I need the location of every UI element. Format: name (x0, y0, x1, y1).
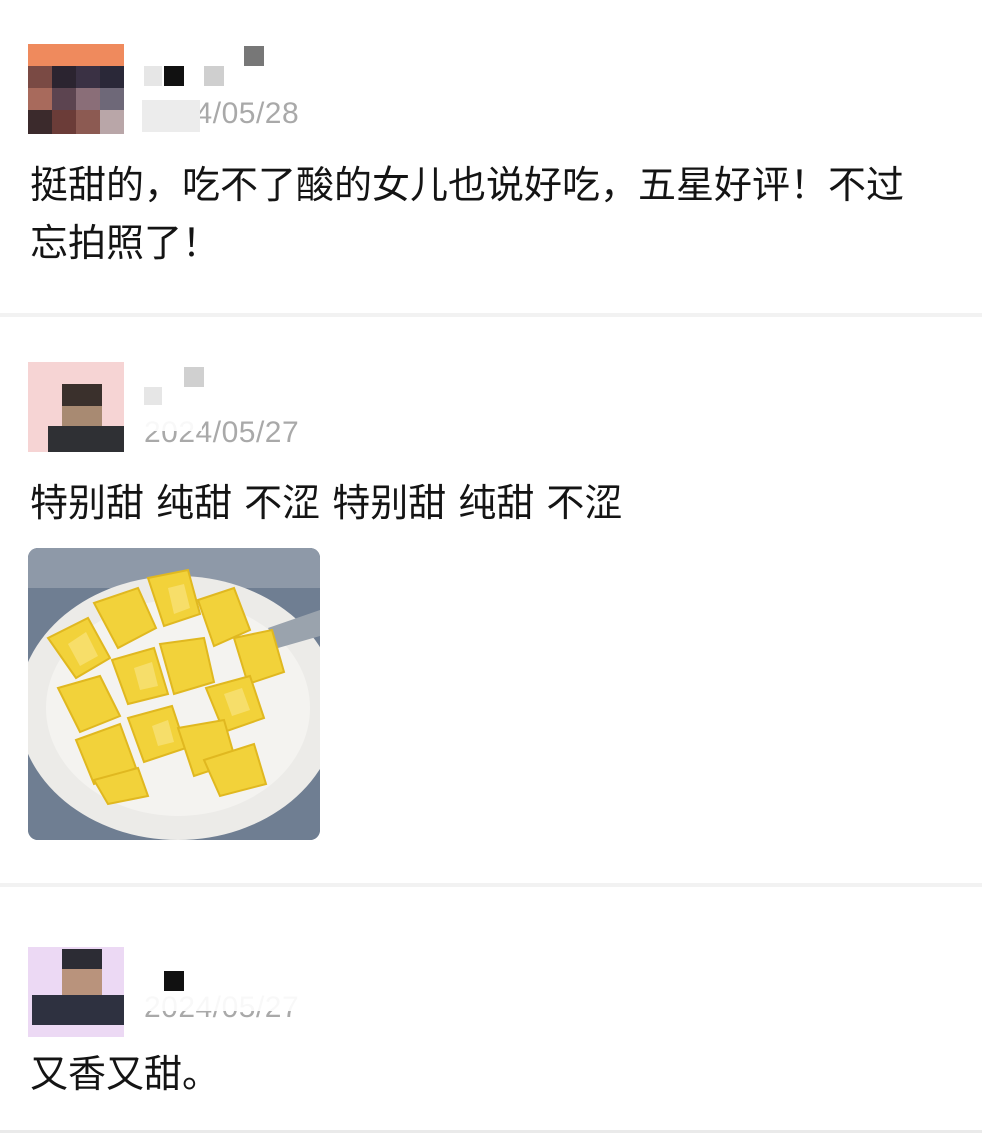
review-item: 2024/05/27 又香又甜。 (0, 887, 982, 1133)
username-mask (164, 66, 184, 86)
username-mask (184, 367, 204, 387)
date-mask (140, 993, 340, 1011)
username-mask (164, 971, 184, 991)
username-mask (144, 66, 162, 86)
date-mask (142, 417, 202, 431)
date-mask (142, 100, 200, 132)
username-mask (144, 387, 162, 405)
review-comment: 又香又甜。 (30, 1052, 221, 1096)
username-mask (244, 46, 264, 66)
review-comment: 挺甜的，吃不了酸的女儿也说好吃，五星好评！不过忘拍照了！ (30, 163, 905, 265)
pineapple-photo (28, 548, 320, 840)
review-comment: 特别甜 纯甜 不涩 特别甜 纯甜 不涩 (30, 481, 623, 525)
user-avatar[interactable] (28, 362, 124, 452)
review-item: 2024/05/28 挺甜的，吃不了酸的女儿也说好吃，五星好评！不过忘拍照了！ (0, 0, 982, 315)
username-mask (204, 66, 224, 86)
review-photo[interactable] (28, 548, 320, 840)
user-avatar[interactable] (28, 44, 124, 134)
user-avatar[interactable] (28, 947, 124, 1037)
